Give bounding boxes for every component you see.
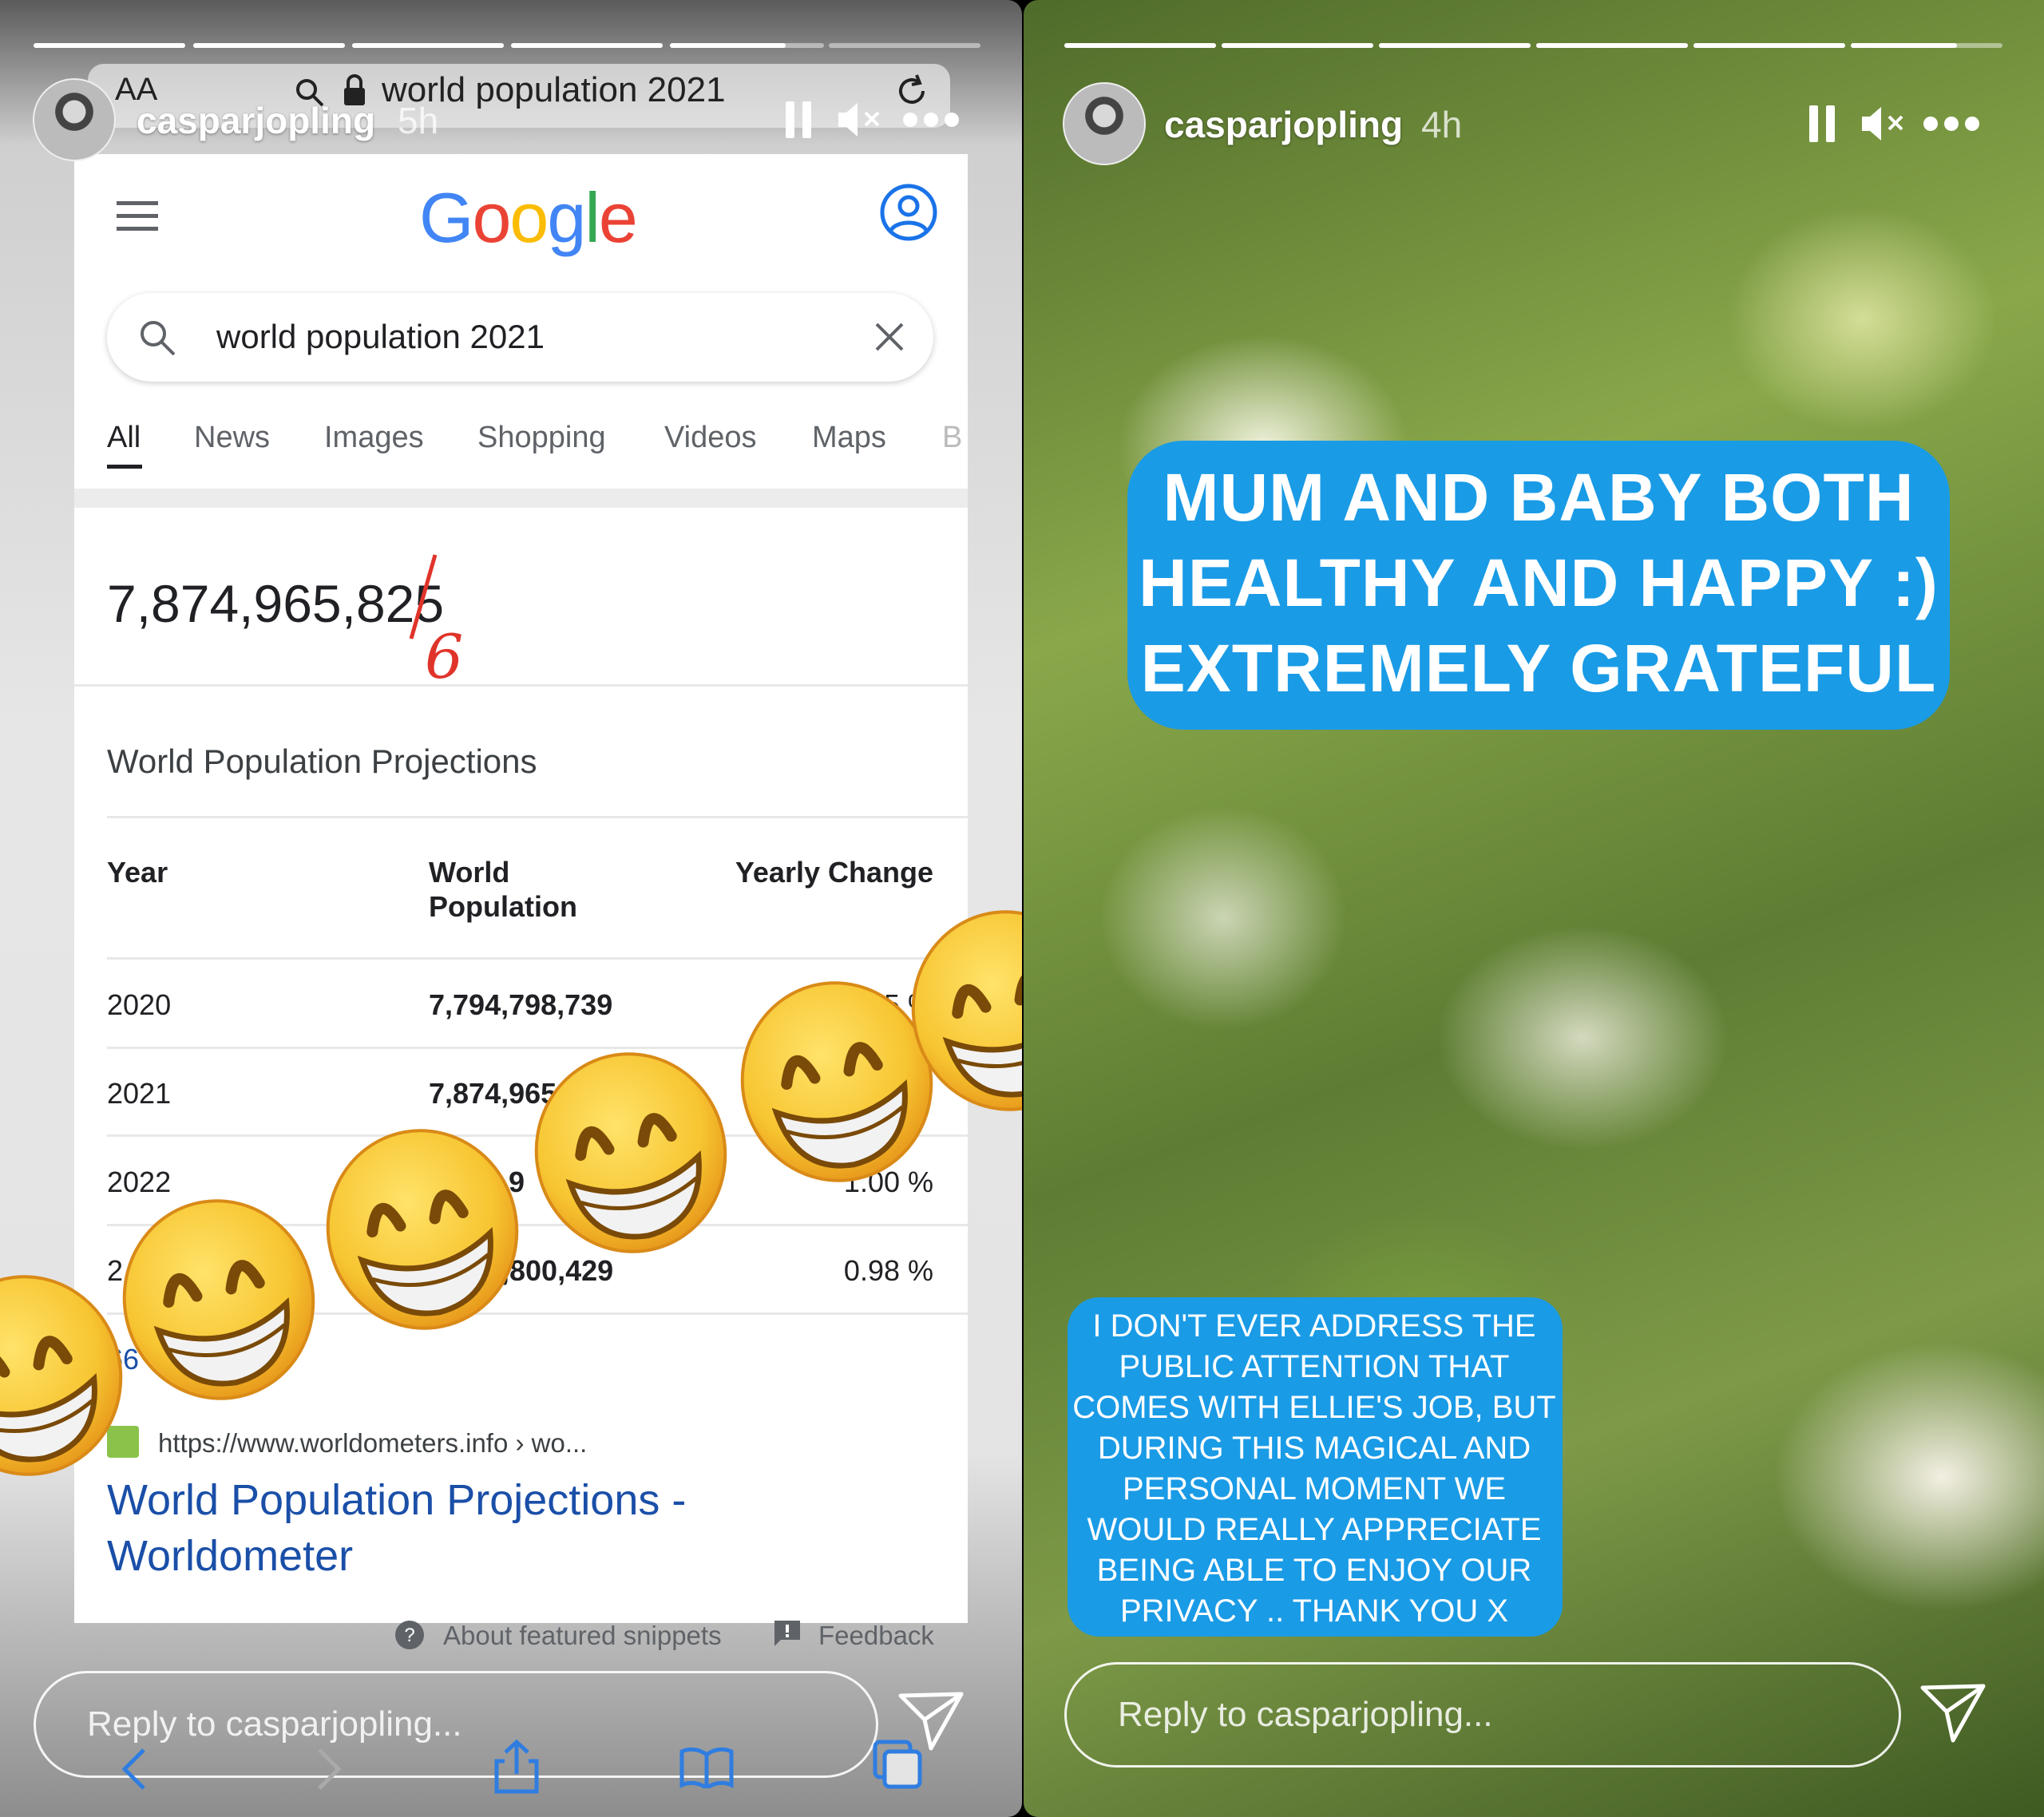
share-icon[interactable] — [493, 1739, 540, 1795]
divider — [107, 816, 968, 818]
clear-search-icon[interactable] — [873, 321, 905, 353]
table-title: World Population Projections — [107, 742, 537, 780]
story-time: 5h — [398, 100, 439, 141]
tab-videos[interactable]: Videos — [664, 421, 757, 455]
send-icon[interactable] — [1919, 1683, 1987, 1744]
divider — [74, 684, 968, 687]
message-line: WOULD REALLY APPRECIATE — [1087, 1512, 1542, 1547]
tab-images[interactable]: Images — [324, 421, 424, 455]
headline-line-3: EXTREMELY GRATEFUL — [1140, 631, 1937, 706]
reply-input[interactable]: Reply to casparjopling... — [1064, 1662, 1901, 1768]
story-username[interactable]: casparjopling — [137, 99, 375, 142]
message-line: PUBLIC ATTENTION THAT — [1119, 1349, 1510, 1384]
message-line: BEING ABLE TO ENJOY OUR — [1096, 1553, 1532, 1588]
grinning-emoji-icon — [0, 1275, 123, 1476]
tab-shopping[interactable]: Shopping — [477, 421, 606, 455]
search-query[interactable]: world population 2021 — [216, 318, 545, 356]
account-icon[interactable] — [878, 182, 939, 243]
left-story: AA world population 2021 casparjopling 5… — [0, 0, 1022, 1817]
story-username[interactable]: casparjopling — [1164, 103, 1403, 146]
back-icon[interactable] — [120, 1747, 149, 1791]
headline-line-2: HEALTHY AND HAPPY :) — [1139, 545, 1939, 620]
feedback-link[interactable]: Feedback — [818, 1621, 934, 1651]
grinning-emoji-icon — [534, 1052, 727, 1253]
avatar[interactable] — [33, 78, 116, 161]
message-line: COMES WITH ELLIE'S JOB, BUT — [1072, 1390, 1556, 1425]
story-time: 4h — [1421, 104, 1463, 145]
tabs-icon[interactable] — [872, 1739, 923, 1790]
population-answer: 7,874,965,825 — [107, 574, 445, 633]
more-options-icon[interactable] — [1923, 114, 1980, 133]
svg-text:?: ? — [404, 1625, 414, 1646]
right-story: casparjopling 4h MUM AND BABY BOTH HEALT… — [1024, 0, 2044, 1817]
bookmarks-icon[interactable] — [679, 1747, 735, 1788]
feedback-icon — [774, 1621, 800, 1646]
tab-maps[interactable]: Maps — [812, 421, 886, 455]
headline-line-1: MUM AND BABY BOTH — [1163, 460, 1915, 535]
mute-icon[interactable] — [1860, 104, 1908, 144]
tab-books[interactable]: B — [942, 421, 962, 455]
grinning-emoji-icon — [122, 1199, 315, 1400]
active-tab-indicator — [107, 465, 142, 469]
pause-icon[interactable] — [782, 100, 814, 140]
search-icon — [141, 321, 176, 356]
mute-icon[interactable] — [837, 100, 885, 140]
reply-placeholder: Reply to casparjopling... — [1118, 1695, 1493, 1734]
message-line: DURING THIS MAGICAL AND — [1097, 1431, 1531, 1466]
about-featured-snippets-link[interactable]: About featured snippets — [443, 1621, 722, 1651]
tab-all[interactable]: All — [107, 421, 141, 455]
emoji-overlay — [0, 910, 1022, 1476]
reply-placeholder: Reply to casparjopling... — [87, 1704, 462, 1744]
reload-icon[interactable] — [893, 72, 931, 110]
reply-input[interactable]: Reply to casparjopling... — [34, 1671, 878, 1778]
message-caption: I DON'T EVER ADDRESS THE PUBLIC ATTENTIO… — [1035, 1306, 1594, 1632]
pause-icon[interactable] — [1806, 104, 1838, 144]
result-title-link-2[interactable]: Worldometer — [107, 1531, 353, 1581]
divider — [74, 489, 968, 508]
message-line: PERSONAL MOMENT WE — [1122, 1471, 1507, 1506]
message-line: I DON'T EVER ADDRESS THE — [1092, 1308, 1536, 1344]
handwritten-correction: 6 — [425, 621, 464, 692]
hamburger-menu-icon[interactable] — [117, 200, 158, 233]
forward-icon[interactable] — [315, 1747, 343, 1791]
avatar[interactable] — [1063, 82, 1146, 165]
message-line: PRIVACY .. THANK YOU X — [1119, 1593, 1509, 1629]
more-options-icon[interactable] — [902, 110, 960, 129]
grinning-emoji-icon — [326, 1129, 519, 1330]
help-icon: ? — [395, 1621, 424, 1649]
google-logo[interactable]: Google — [419, 177, 638, 259]
tab-news[interactable]: News — [194, 421, 270, 455]
